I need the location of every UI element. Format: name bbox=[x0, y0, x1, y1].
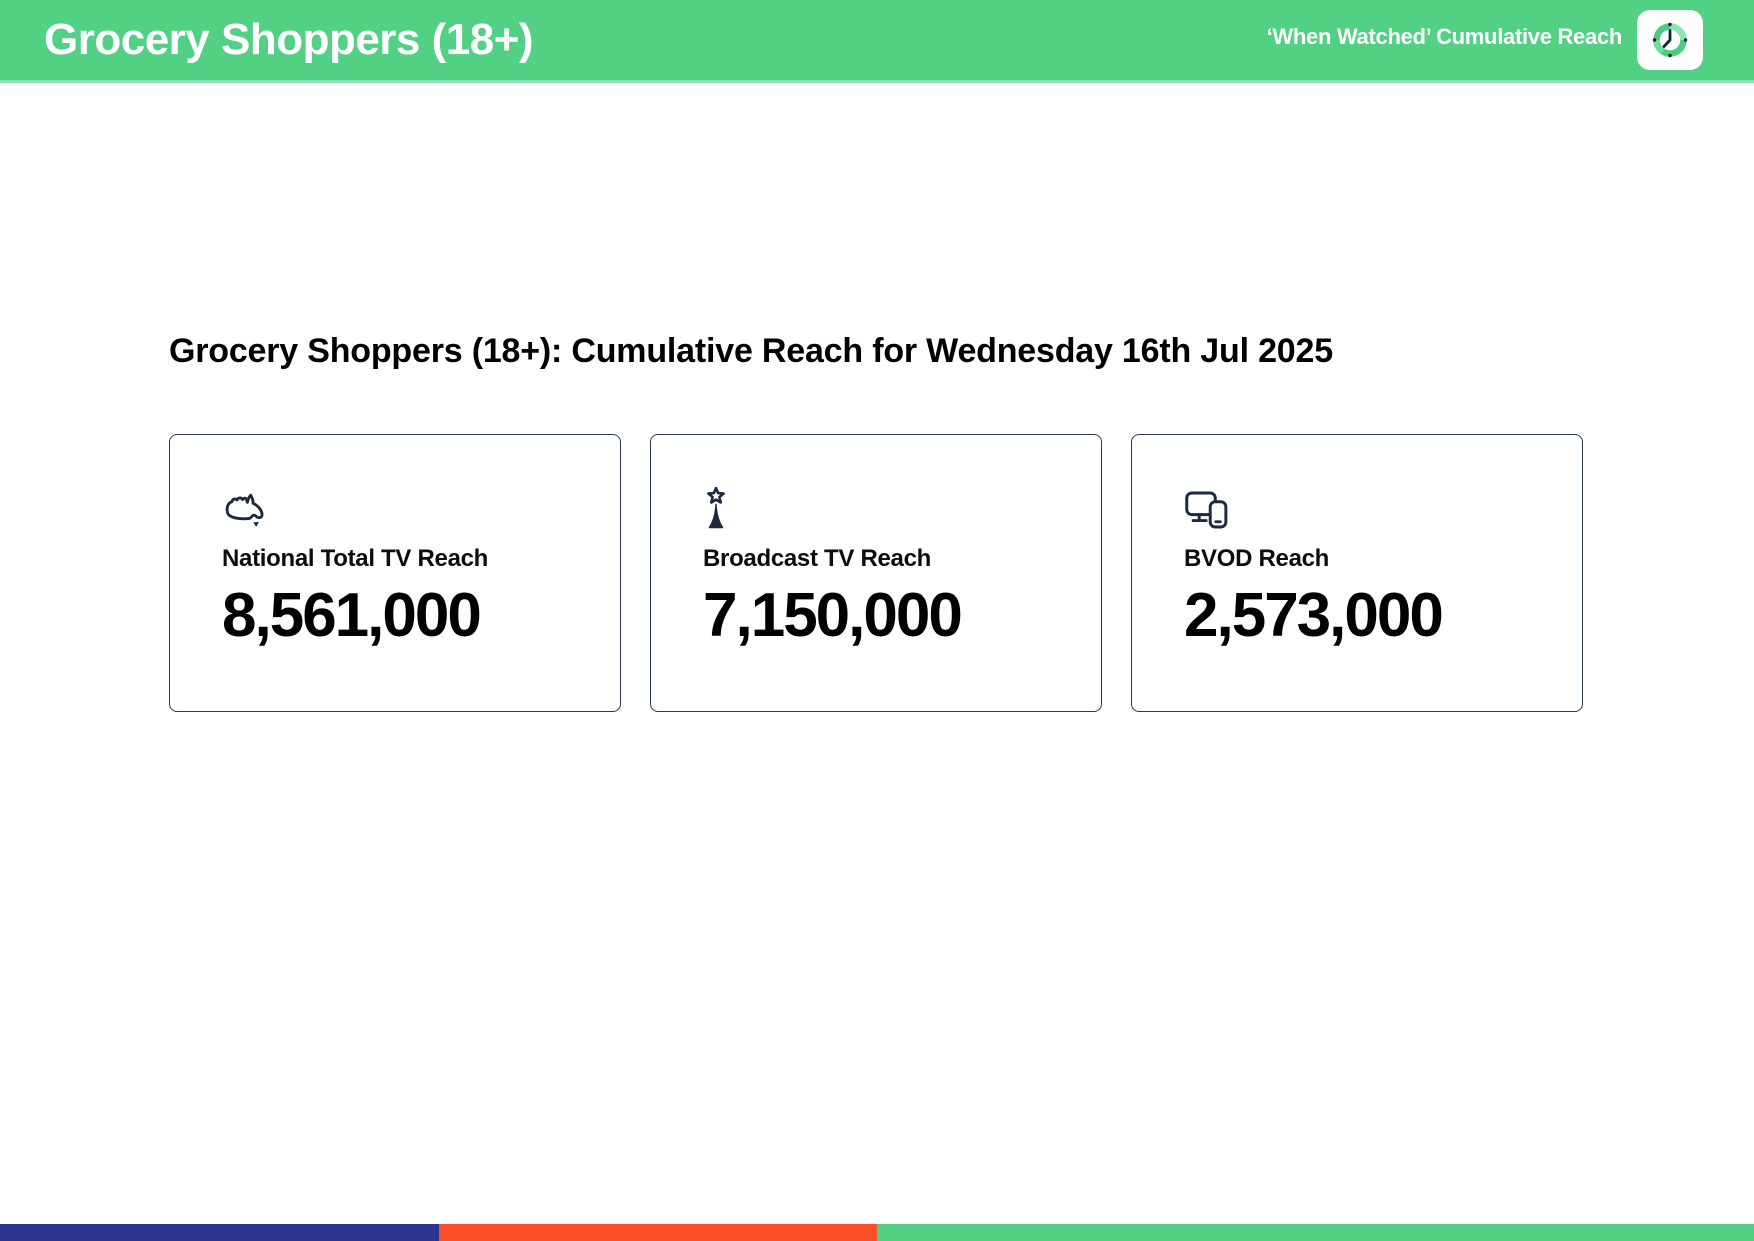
card-label: National Total TV Reach bbox=[222, 545, 489, 572]
kpi-cards: National Total TV Reach 8,561,000 Broadc… bbox=[169, 434, 1754, 712]
dashboard-page: Grocery Shoppers (18+) ‘When Watched’ Cu… bbox=[0, 0, 1754, 1241]
card-value: 2,573,000 bbox=[1184, 581, 1444, 650]
header-right: ‘When Watched’ Cumulative Reach bbox=[1267, 0, 1703, 80]
footer-bar-blue-segment bbox=[0, 1224, 439, 1241]
main-content: Grocery Shoppers (18+): Cumulative Reach… bbox=[0, 0, 1754, 712]
clock-logo bbox=[1637, 10, 1703, 70]
card-label: Broadcast TV Reach bbox=[703, 545, 932, 572]
footer-bar-orange-segment bbox=[438, 1224, 877, 1241]
card-value: 8,561,000 bbox=[222, 581, 482, 650]
app-header: Grocery Shoppers (18+) ‘When Watched’ Cu… bbox=[0, 0, 1754, 83]
app-title: Grocery Shoppers (18+) bbox=[44, 15, 534, 64]
kpi-card-bvod-reach: BVOD Reach 2,573,000 bbox=[1131, 434, 1583, 712]
broadcast-tower-icon bbox=[703, 487, 1101, 531]
card-value: 7,150,000 bbox=[703, 581, 963, 650]
card-label: BVOD Reach bbox=[1184, 545, 1330, 572]
header-subtitle: ‘When Watched’ Cumulative Reach bbox=[1266, 24, 1623, 49]
clock-icon bbox=[1650, 20, 1690, 60]
tv-and-phone-icon bbox=[1184, 487, 1582, 531]
footer-color-bar bbox=[0, 1224, 1754, 1241]
kpi-card-national-total-tv-reach: National Total TV Reach 8,561,000 bbox=[169, 434, 621, 712]
footer-bar-green-segment bbox=[877, 1224, 1754, 1241]
kpi-card-broadcast-tv-reach: Broadcast TV Reach 7,150,000 bbox=[650, 434, 1102, 712]
australia-map-icon bbox=[222, 487, 620, 531]
